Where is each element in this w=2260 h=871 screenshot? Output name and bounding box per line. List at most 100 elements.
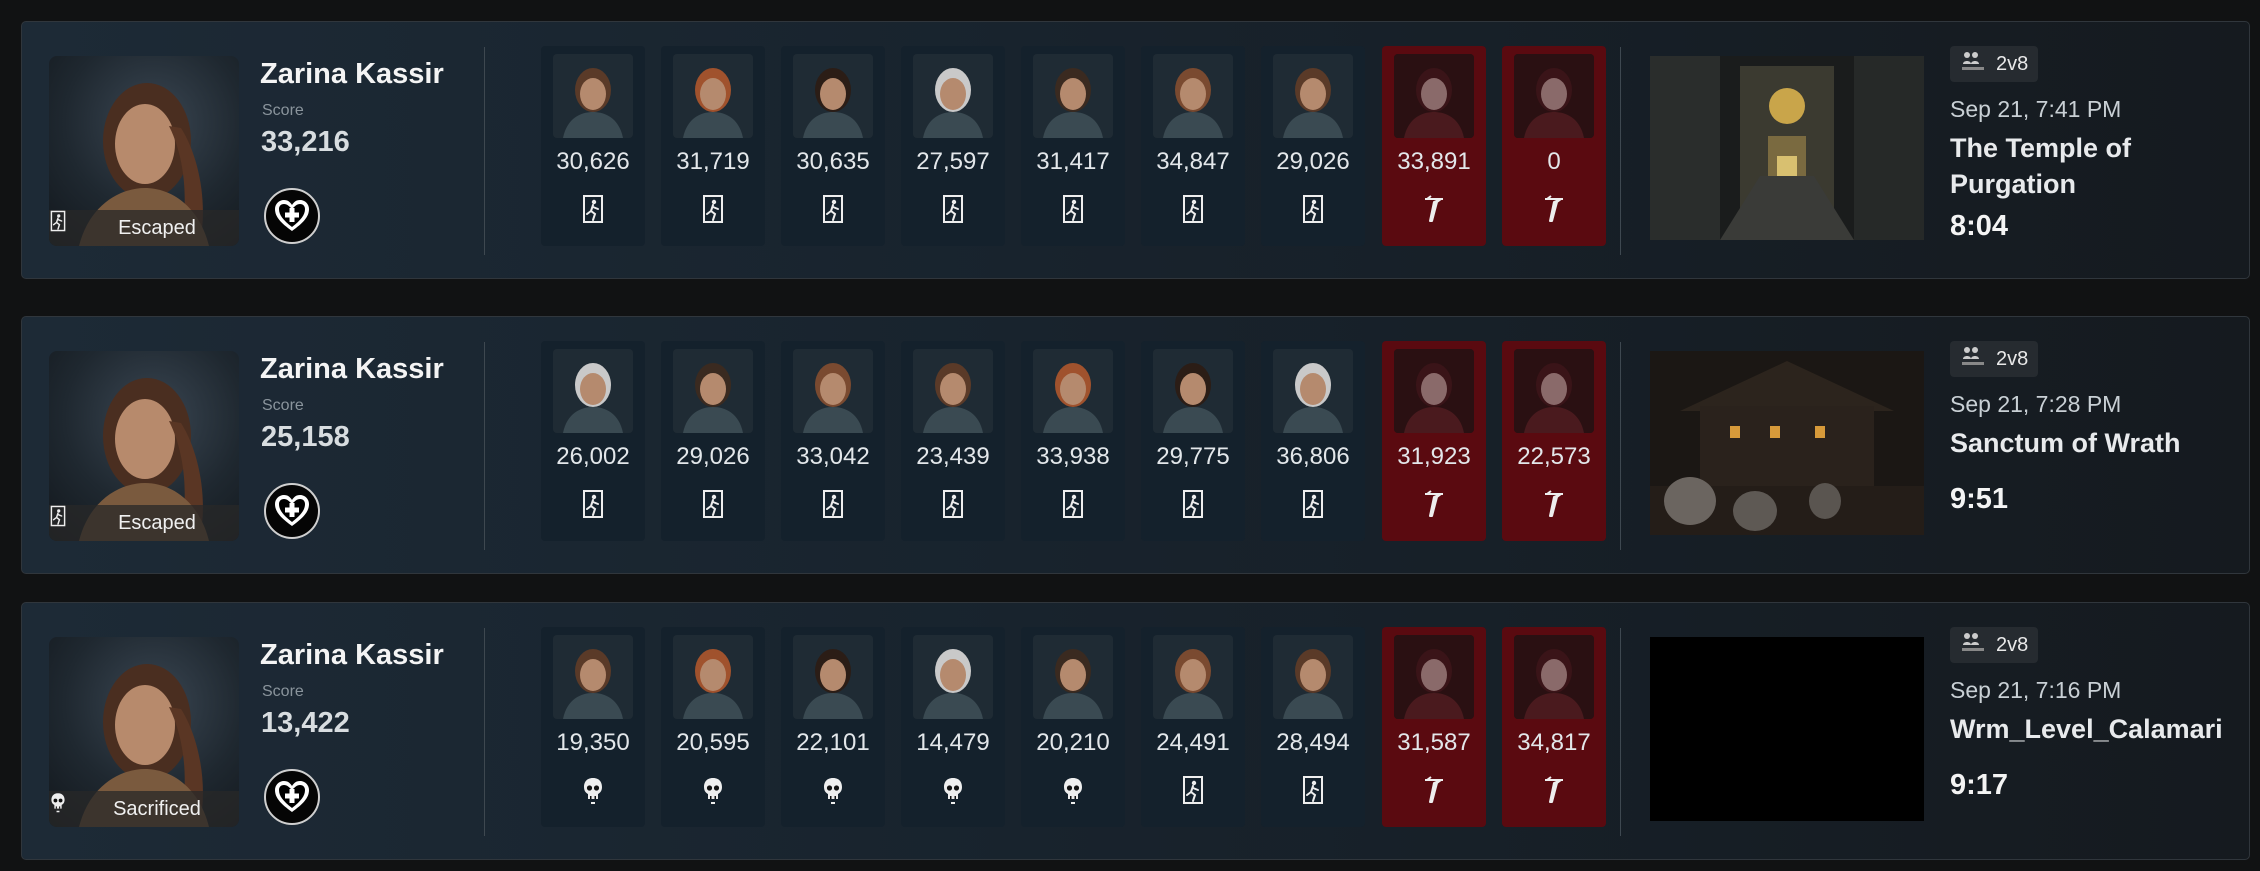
- skull-icon: [821, 775, 845, 805]
- escape-door-icon: [941, 194, 965, 224]
- player-name[interactable]: Zarina Kassir: [260, 639, 444, 672]
- mode-badge: 2v8: [1950, 627, 2039, 663]
- heal-perk-icon[interactable]: [264, 769, 320, 825]
- participant-score: 23,439: [916, 443, 990, 470]
- survivor-card[interactable]: 23,439: [901, 341, 1005, 541]
- player-score: 13,422: [261, 707, 350, 739]
- survivor-card[interactable]: 31,417: [1021, 46, 1125, 246]
- mode-badge: 2v8: [1950, 46, 2039, 82]
- participant-avatar: [553, 635, 633, 719]
- skull-icon: [51, 793, 105, 820]
- escape-door-icon: [1301, 489, 1325, 519]
- divider: [1620, 47, 1621, 255]
- participant-score: 36,806: [1276, 443, 1350, 470]
- match-row[interactable]: Sacrificed Zarina Kassir Score 13,422 19,3…: [21, 602, 2250, 860]
- participant-score: 30,626: [556, 148, 630, 175]
- match-row[interactable]: Escaped Zarina Kassir Score 33,216 30,626 …: [21, 21, 2250, 279]
- survivor-card[interactable]: 34,847: [1141, 46, 1245, 246]
- survivor-card[interactable]: 27,597: [901, 46, 1005, 246]
- survivor-card[interactable]: 36,806: [1261, 341, 1365, 541]
- participant-score: 31,719: [676, 148, 750, 175]
- participant-avatar: [1153, 54, 1233, 138]
- survivor-card[interactable]: 33,042: [781, 341, 885, 541]
- participant-score: 29,026: [1276, 148, 1350, 175]
- survivor-card[interactable]: 14,479: [901, 627, 1005, 827]
- participant-score: 14,479: [916, 729, 990, 756]
- participant-avatar: [1153, 349, 1233, 433]
- map-name: Sanctum of Wrath: [1950, 428, 2181, 458]
- participant-avatar: [673, 349, 753, 433]
- skull-icon: [701, 775, 725, 805]
- escape-door-icon: [701, 194, 725, 224]
- skull-icon: [1061, 775, 1085, 805]
- skull-icon: [581, 775, 605, 805]
- score-label: Score: [262, 683, 304, 700]
- survivor-card[interactable]: 29,775: [1141, 341, 1245, 541]
- participant-score: 20,595: [676, 729, 750, 756]
- match-result-label: Escaped: [118, 216, 196, 239]
- survivor-card[interactable]: 29,026: [1261, 46, 1365, 246]
- survivor-card[interactable]: 31,719: [661, 46, 765, 246]
- player-score: 33,216: [261, 126, 350, 158]
- survivor-card[interactable]: 19,350: [541, 627, 645, 827]
- killer-weapon-icon: [1422, 489, 1446, 519]
- survivor-card[interactable]: 30,626: [541, 46, 645, 246]
- escape-door-icon: [941, 489, 965, 519]
- survivor-card[interactable]: 33,938: [1021, 341, 1125, 541]
- participant-avatar: [793, 349, 873, 433]
- heal-perk-icon[interactable]: [264, 188, 320, 244]
- player-portrait: Escaped: [49, 351, 239, 541]
- player-portrait: Sacrificed: [49, 637, 239, 827]
- escape-door-icon: [1301, 194, 1325, 224]
- participant-avatar: [1514, 635, 1594, 719]
- divider: [1620, 342, 1621, 550]
- participant-score: 34,847: [1156, 148, 1230, 175]
- mode-2v8-icon: [1960, 50, 1986, 78]
- killer-card[interactable]: 34,817: [1502, 627, 1606, 827]
- killer-card[interactable]: 31,923: [1382, 341, 1486, 541]
- participant-avatar: [673, 54, 753, 138]
- participant-score: 22,573: [1517, 443, 1591, 470]
- survivor-card[interactable]: 28,494: [1261, 627, 1365, 827]
- player-name[interactable]: Zarina Kassir: [260, 353, 444, 386]
- killer-card[interactable]: 0: [1502, 46, 1606, 246]
- mode-label: 2v8: [1996, 633, 2029, 656]
- killer-weapon-icon: [1542, 775, 1566, 805]
- match-row[interactable]: Escaped Zarina Kassir Score 25,158 26,002 …: [21, 316, 2250, 574]
- map-name: Wrm_Level_Calamari: [1950, 714, 2223, 744]
- match-result-label: Sacrificed: [113, 797, 201, 820]
- heal-perk-icon[interactable]: [264, 483, 320, 539]
- participant-score: 31,417: [1036, 148, 1110, 175]
- participant-avatar: [913, 635, 993, 719]
- participant-score: 33,938: [1036, 443, 1110, 470]
- match-result-label: Escaped: [118, 511, 196, 534]
- killer-card[interactable]: 31,587: [1382, 627, 1486, 827]
- participant-avatar: [1033, 54, 1113, 138]
- match-date: Sep 21, 7:28 PM: [1950, 391, 2122, 417]
- escape-door-icon: [1181, 775, 1205, 805]
- survivor-card[interactable]: 29,026: [661, 341, 765, 541]
- killer-card[interactable]: 33,891: [1382, 46, 1486, 246]
- participant-score: 31,587: [1397, 729, 1471, 756]
- killer-weapon-icon: [1542, 489, 1566, 519]
- player-name[interactable]: Zarina Kassir: [260, 58, 444, 91]
- survivor-card[interactable]: 26,002: [541, 341, 645, 541]
- match-result-bar: Escaped: [49, 505, 239, 541]
- mode-2v8-icon: [1960, 631, 1986, 659]
- mode-2v8-icon: [1960, 345, 1986, 373]
- escape-door-icon: [1301, 775, 1325, 805]
- participant-avatar: [1394, 349, 1474, 433]
- survivor-card[interactable]: 20,595: [661, 627, 765, 827]
- survivor-card[interactable]: 24,491: [1141, 627, 1245, 827]
- participant-avatar: [1514, 349, 1594, 433]
- divider: [484, 628, 485, 836]
- killer-card[interactable]: 22,573: [1502, 341, 1606, 541]
- player-portrait: Escaped: [49, 56, 239, 246]
- killer-weapon-icon: [1422, 194, 1446, 224]
- participant-score: 34,817: [1517, 729, 1591, 756]
- survivor-card[interactable]: 22,101: [781, 627, 885, 827]
- participant-score: 22,101: [796, 729, 870, 756]
- survivor-card[interactable]: 30,635: [781, 46, 885, 246]
- participant-score: 28,494: [1276, 729, 1350, 756]
- survivor-card[interactable]: 20,210: [1021, 627, 1125, 827]
